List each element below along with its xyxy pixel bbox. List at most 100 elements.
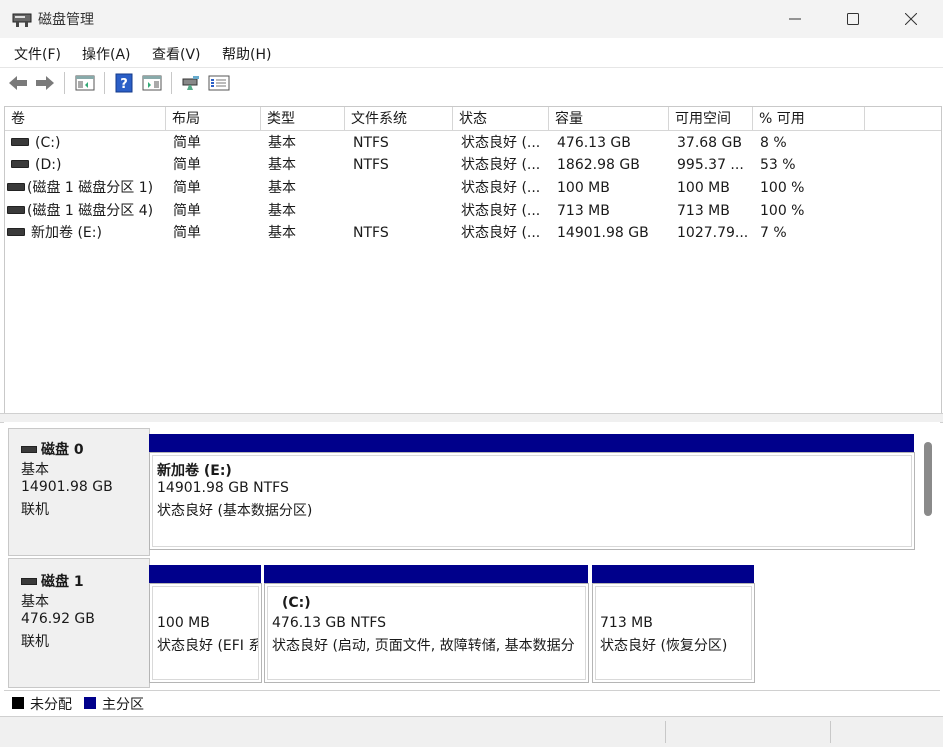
scrollbar-thumb[interactable] [924, 442, 932, 516]
volume-name: (D:) [35, 157, 62, 173]
status-cell: 状态良好 (... [461, 225, 541, 241]
volume-name: (磁盘 1 磁盘分区 1) [27, 180, 154, 196]
volume-name-cell: (D:) [11, 154, 163, 176]
free-space-cell: 713 MB [677, 203, 730, 219]
show-action-pane-button[interactable] [141, 72, 163, 94]
free-space-cell: 100 MB [677, 180, 730, 196]
minimize-button[interactable] [766, 0, 824, 38]
column-header-free-space[interactable]: 可用空间 [669, 107, 753, 131]
partition-size: 476.13 GB NTFS [272, 615, 387, 631]
column-header-type[interactable]: 类型 [261, 107, 345, 131]
legend-primary-label: 主分区 [102, 697, 144, 713]
partition-status: 状态良好 (EFI 系 [157, 638, 259, 654]
volume-row[interactable]: 新加卷 (E:) 简单 基本 NTFS 状态良好 (... 14901.98 G… [5, 222, 941, 244]
menu-help[interactable]: 帮助(H) [222, 44, 271, 64]
disk-1-header[interactable]: 磁盘 1 基本 476.92 GB 联机 [8, 558, 150, 688]
column-header-filesystem[interactable]: 文件系统 [345, 107, 453, 131]
partition-c[interactable]: (C:) 476.13 GB NTFS 状态良好 (启动, 页面文件, 故障转储… [264, 583, 589, 683]
disk-type: 基本 [21, 462, 49, 478]
layout-cell: 简单 [173, 135, 201, 151]
type-cell: 基本 [268, 135, 296, 151]
column-header-status[interactable]: 状态 [453, 107, 549, 131]
percent-free-cell: 8 % [760, 135, 787, 151]
back-button[interactable] [7, 72, 29, 94]
close-button[interactable] [882, 0, 940, 38]
primary-partition-swatch [84, 697, 96, 709]
volume-name: (C:) [35, 135, 61, 151]
toolbar-separator [171, 72, 172, 94]
menu-action[interactable]: 操作(A) [82, 44, 131, 64]
type-cell: 基本 [268, 203, 296, 219]
disk-0-header[interactable]: 磁盘 0 基本 14901.98 GB 联机 [8, 428, 150, 556]
filesystem-cell: NTFS [353, 135, 389, 151]
disk-state: 联机 [21, 634, 49, 650]
partition-size: 713 MB [600, 615, 653, 631]
percent-free-cell: 7 % [760, 225, 787, 241]
partition-status: 状态良好 (基本数据分区) [157, 503, 313, 519]
partition-e[interactable]: 新加卷 (E:) 14901.98 GB NTFS 状态良好 (基本数据分区) [149, 452, 915, 550]
primary-partition-bar [264, 565, 588, 583]
column-header-layout[interactable]: 布局 [166, 107, 261, 131]
maximize-icon [847, 13, 859, 25]
disk-icon [21, 577, 37, 585]
disk-title: 磁盘 1 [21, 571, 84, 591]
window-title: 磁盘管理 [38, 12, 94, 28]
show-console-tree-button[interactable] [74, 72, 96, 94]
help-button[interactable]: ? [113, 72, 135, 94]
partition-recovery-inner: 713 MB 状态良好 (恢复分区) [595, 586, 752, 680]
volume-list: 卷 布局 类型 文件系统 状态 容量 可用空间 % 可用 (C:) 简单 基本 … [4, 106, 942, 414]
column-header-capacity[interactable]: 容量 [549, 107, 669, 131]
disk-type: 基本 [21, 594, 49, 610]
column-header-percent-free[interactable]: % 可用 [753, 107, 865, 131]
menu-file[interactable]: 文件(F) [14, 44, 61, 64]
volume-name-cell: (C:) [11, 132, 163, 154]
menu-view[interactable]: 查看(V) [152, 44, 201, 64]
legend-unallocated-label: 未分配 [30, 697, 72, 713]
disk-state: 联机 [21, 502, 49, 518]
partition-efi[interactable]: 100 MB 状态良好 (EFI 系 [149, 583, 262, 683]
drive-icon [7, 228, 25, 236]
connect-icon [182, 76, 199, 90]
percent-free-cell: 53 % [760, 157, 796, 173]
drive-icon [7, 206, 25, 214]
status-separator [830, 721, 831, 743]
partition-status: 状态良好 (恢复分区) [600, 638, 728, 654]
disk-size: 14901.98 GB [21, 479, 113, 495]
connect-button[interactable] [180, 72, 202, 94]
partition-size: 100 MB [157, 615, 210, 631]
type-cell: 基本 [268, 180, 296, 196]
partition-size: 14901.98 GB NTFS [157, 480, 289, 496]
volume-row[interactable]: (C:) 简单 基本 NTFS 状态良好 (... 476.13 GB 37.6… [5, 132, 941, 154]
layout-cell: 简单 [173, 225, 201, 241]
layout-cell: 简单 [173, 180, 201, 196]
status-cell: 状态良好 (... [461, 180, 541, 196]
drive-icon [7, 183, 25, 191]
disk-management-app-icon [12, 10, 32, 28]
properties-button[interactable] [208, 72, 230, 94]
disk-title: 磁盘 0 [21, 439, 84, 459]
close-icon [905, 13, 917, 25]
drive-icon [11, 138, 29, 146]
maximize-button[interactable] [824, 0, 882, 38]
help-icon: ? [115, 73, 133, 93]
capacity-cell: 713 MB [557, 203, 610, 219]
svg-text:?: ? [120, 77, 128, 92]
type-cell: 基本 [268, 225, 296, 241]
forward-button[interactable] [34, 72, 56, 94]
free-space-cell: 37.68 GB [677, 135, 742, 151]
volume-row[interactable]: (D:) 简单 基本 NTFS 状态良好 (... 1862.98 GB 995… [5, 154, 941, 176]
console-pane-icon [142, 75, 162, 91]
column-header-volume[interactable]: 卷 [5, 107, 166, 131]
free-space-cell: 995.37 ... [677, 157, 744, 173]
status-cell: 状态良好 (... [461, 203, 541, 219]
minimize-icon [789, 18, 801, 20]
volume-name-cell: (磁盘 1 磁盘分区 4) [7, 200, 165, 222]
toolbar-separator [64, 72, 65, 94]
status-cell: 状态良好 (... [461, 135, 541, 151]
volume-row[interactable]: (磁盘 1 磁盘分区 1) 简单 基本 状态良好 (... 100 MB 100… [5, 177, 941, 199]
partition-status: 状态良好 (启动, 页面文件, 故障转储, 基本数据分 [272, 638, 575, 654]
volume-row[interactable]: (磁盘 1 磁盘分区 4) 简单 基本 状态良好 (... 713 MB 713… [5, 200, 941, 222]
menu-bar [0, 38, 943, 66]
partition-recovery[interactable]: 713 MB 状态良好 (恢复分区) [592, 583, 755, 683]
disk-size: 476.92 GB [21, 611, 95, 627]
